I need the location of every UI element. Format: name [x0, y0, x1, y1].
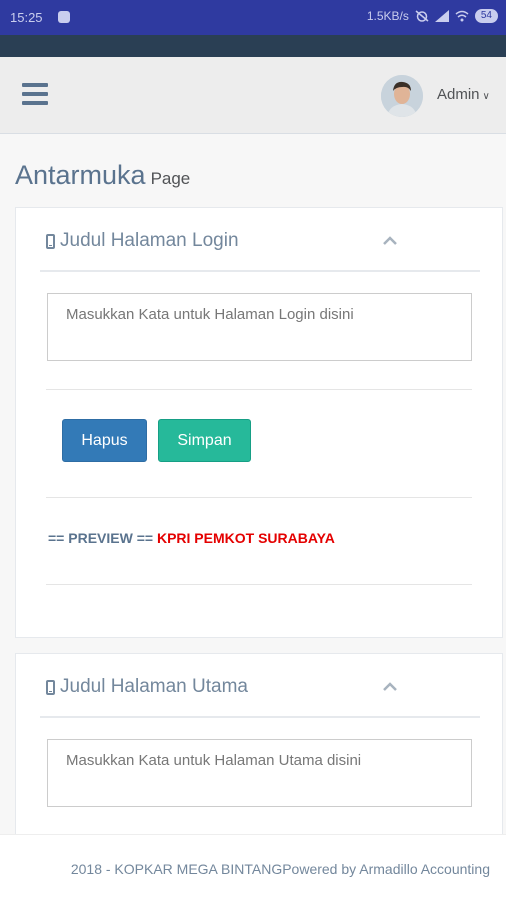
home-title-input[interactable]	[47, 739, 472, 807]
footer: 2018 - KOPKAR MEGA BINTANGPowered by Arm…	[0, 834, 506, 900]
menu-toggle-icon[interactable]	[22, 83, 48, 105]
divider	[40, 716, 480, 718]
panel-title-text: Judul Halaman Utama	[60, 676, 248, 697]
user-name: Admin	[437, 86, 480, 103]
user-avatar-icon	[381, 75, 423, 117]
login-title-input[interactable]	[47, 293, 472, 361]
chevron-up-icon[interactable]	[380, 678, 400, 694]
save-button[interactable]: Simpan	[158, 419, 251, 462]
wifi-icon	[455, 10, 469, 22]
divider	[40, 270, 480, 272]
status-bar: 15:25 1.5KB/s 54	[0, 0, 506, 35]
network-speed: 1.5KB/s	[366, 9, 409, 23]
chevron-up-icon[interactable]	[380, 232, 400, 248]
home-title-panel: Judul Halaman Utama	[15, 653, 503, 843]
page-title: Antarmuka Page	[15, 160, 190, 191]
preview-label: == PREVIEW ==	[48, 530, 154, 546]
panel-title: Judul Halaman Login	[46, 230, 239, 252]
status-time: 15:25	[10, 10, 43, 25]
notification-icon	[58, 11, 70, 23]
panel-title: Judul Halaman Utama	[46, 676, 248, 698]
avatar[interactable]	[381, 75, 423, 117]
preview-text: == PREVIEW == KPRI PEMKOT SURABAYA	[48, 530, 335, 546]
battery-icon: 54	[474, 9, 498, 23]
sidebar-strip	[0, 35, 506, 57]
chevron-down-icon: ∨	[482, 91, 490, 102]
footer-text: 2018 - KOPKAR MEGA BINTANGPowered by Arm…	[70, 861, 490, 877]
divider	[46, 389, 472, 390]
alarm-off-icon	[415, 10, 429, 22]
mobile-icon	[46, 233, 55, 249]
page-title-sub: Page	[150, 169, 191, 188]
preview-value: KPRI PEMKOT SURABAYA	[156, 530, 335, 546]
page-title-main: Antarmuka	[15, 160, 146, 190]
login-title-panel: Judul Halaman Login Hapus Simpan == PREV…	[15, 207, 503, 638]
divider	[46, 497, 472, 498]
top-navbar: Admin ∨	[0, 57, 506, 134]
mobile-icon	[46, 679, 55, 695]
panel-title-text: Judul Halaman Login	[60, 230, 239, 251]
delete-button[interactable]: Hapus	[62, 419, 147, 462]
divider	[46, 584, 472, 585]
user-menu[interactable]: Admin ∨	[437, 86, 490, 103]
status-icons: 1.5KB/s 54	[367, 9, 498, 23]
signal-icon	[434, 10, 449, 22]
